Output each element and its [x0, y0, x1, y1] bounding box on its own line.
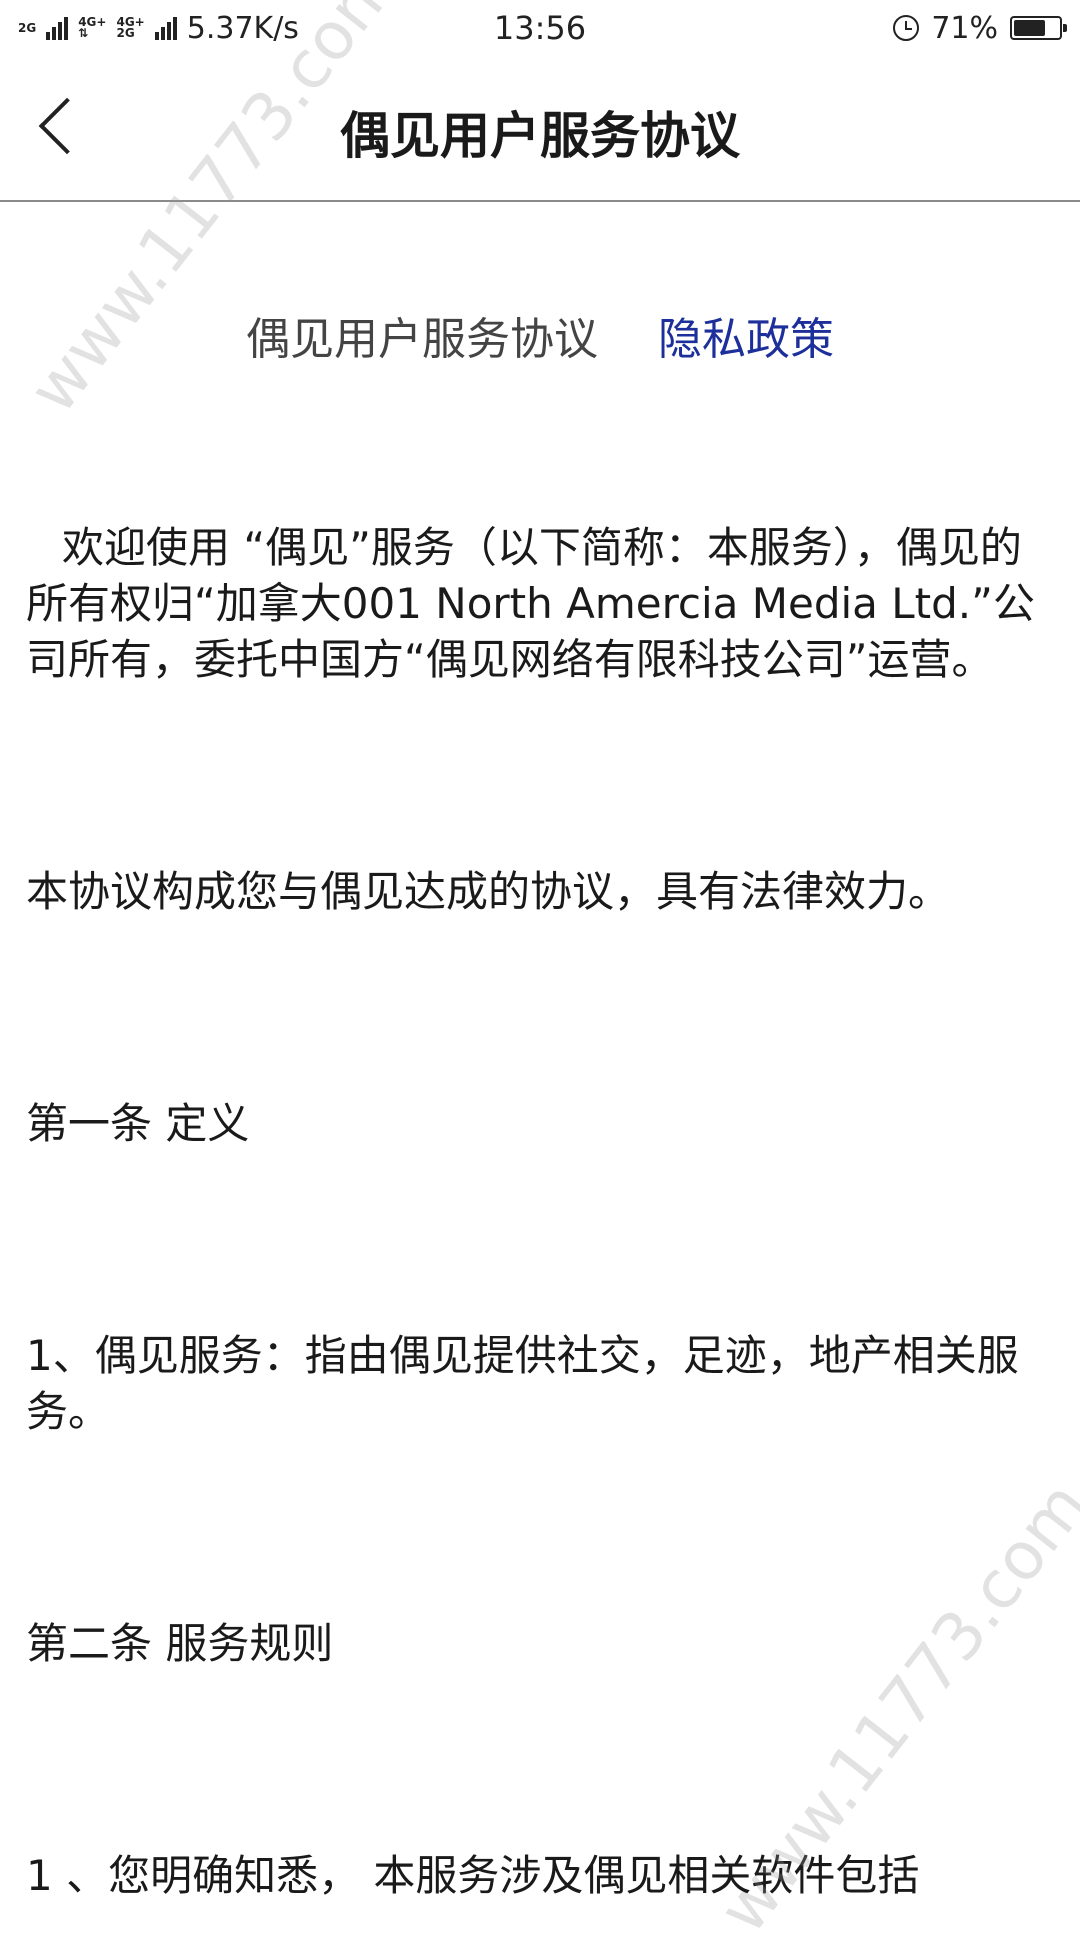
network-4g-2: 4G+ 2G — [116, 16, 144, 40]
battery-percent: 71% — [931, 10, 998, 46]
agreement-content: 欢迎使用 “偶见”服务（以下简称：本服务），偶见的所有权归“加拿大001 Nor… — [26, 520, 1056, 1904]
tab-bar: 偶见用户服务协议 隐私政策 — [0, 300, 1080, 380]
article1-item1: 1、偶见服务：指由偶见提供社交，足迹，地产相关服务。 — [26, 1331, 1019, 1436]
page-title: 偶见用户服务协议 — [340, 107, 740, 165]
intro-paragraph: 欢迎使用 “偶见”服务（以下简称：本服务），偶见的所有权归“加拿大001 Nor… — [26, 523, 1035, 684]
alarm-icon — [893, 15, 920, 41]
network-4g-1: 4G+ ⇅ — [78, 16, 106, 40]
article2-heading: 第二条 服务规则 — [26, 1619, 334, 1668]
network-label: 2G — [116, 26, 135, 40]
network-speed: 5.37K/s — [186, 10, 299, 46]
network-label: 2G — [18, 20, 37, 35]
tab-privacy-policy[interactable]: 隐私政策 — [658, 300, 834, 380]
nav-bar: 偶见用户服务协议 — [0, 56, 1080, 202]
effect-paragraph: 本协议构成您与偶见达成的协议，具有法律效力。 — [26, 867, 951, 916]
status-right: 71% — [702, 10, 1067, 46]
signal-icon — [154, 16, 177, 40]
network-2g: 2G — [18, 20, 37, 35]
clock: 13:56 — [493, 9, 587, 47]
battery-level — [1014, 20, 1045, 36]
article2-item1: 1 、您明确知悉， 本服务涉及偶见相关软件包括 — [26, 1851, 920, 1900]
tab-user-agreement[interactable]: 偶见用户服务协议 — [246, 300, 598, 380]
status-left: 2G 4G+ ⇅ 4G+ 2G 5.37K/s — [18, 11, 378, 46]
network-arrows: ⇅ — [78, 26, 89, 40]
status-bar: 2G 4G+ ⇅ 4G+ 2G 5.37K/s 13:56 71% — [0, 0, 1080, 56]
battery-icon — [1010, 16, 1067, 40]
article1-heading: 第一条 定义 — [26, 1099, 250, 1148]
signal-icon — [46, 16, 69, 40]
